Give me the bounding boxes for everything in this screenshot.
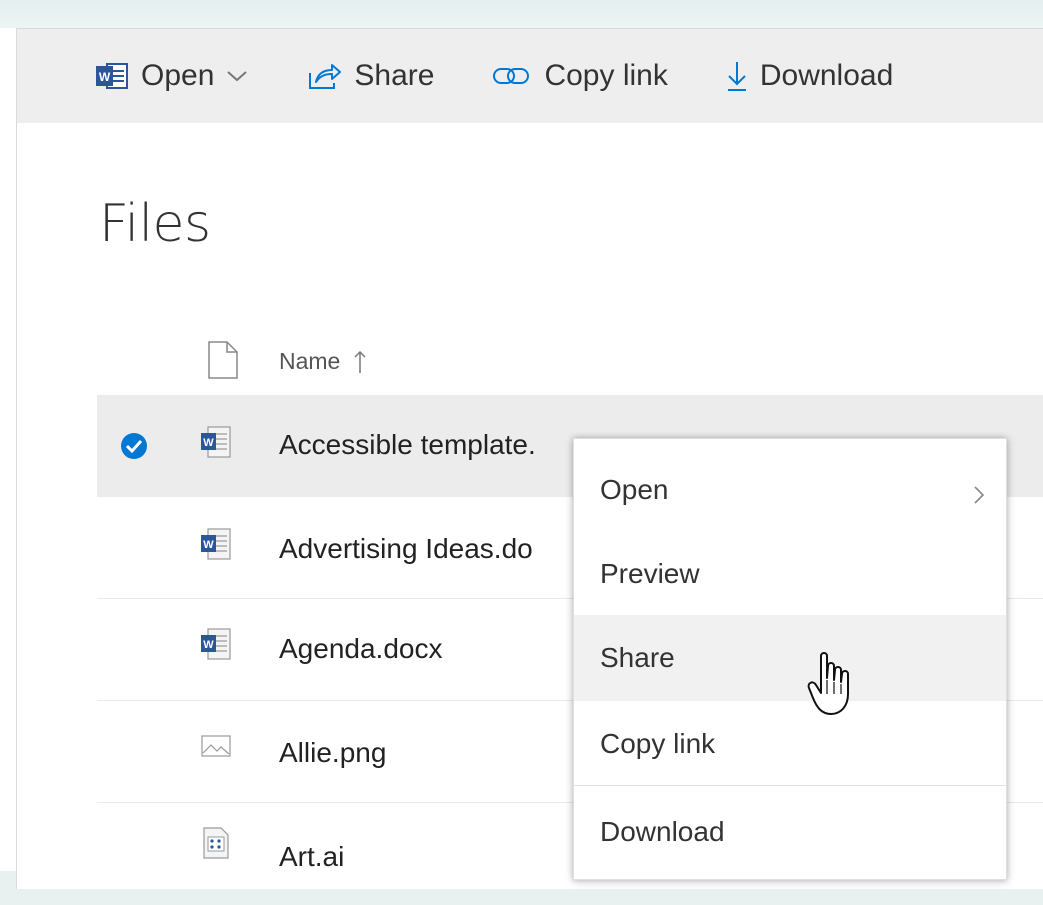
file-name[interactable]: Allie.png (279, 737, 386, 769)
file-name[interactable]: Accessible template. (279, 429, 536, 461)
copy-link-button-label: Copy link (544, 59, 668, 92)
svg-text:W: W (203, 437, 214, 449)
command-bar: W Open Share Copy link Download (17, 29, 1043, 123)
hand-pointer-cursor-icon (807, 650, 857, 725)
menu-item-download[interactable]: Download (574, 789, 1006, 875)
share-button-label: Share (354, 59, 435, 92)
svg-text:W: W (203, 639, 214, 651)
chevron-down-icon[interactable] (226, 69, 248, 83)
sort-ascending-icon (354, 349, 366, 375)
context-menu: Open Preview Share Copy link Download (573, 438, 1007, 880)
menu-item-share[interactable]: Share (574, 615, 1006, 701)
menu-item-label: Open (600, 474, 669, 505)
menu-item-label: Share (600, 642, 675, 673)
menu-item-open[interactable]: Open (574, 447, 1006, 533)
svg-text:W: W (99, 70, 111, 84)
word-app-icon: W (95, 62, 129, 90)
page-title: Files (99, 194, 211, 254)
chevron-right-icon (972, 481, 986, 513)
share-button[interactable]: Share (306, 46, 434, 106)
copy-link-button[interactable]: Copy link (492, 46, 668, 106)
illustrator-file-icon (199, 825, 233, 866)
menu-item-copy-link[interactable]: Copy link (574, 701, 1006, 787)
open-button[interactable]: W Open (95, 46, 248, 106)
menu-item-label: Preview (600, 558, 700, 589)
name-column-header[interactable]: Name (279, 348, 366, 375)
menu-divider (574, 785, 1006, 786)
download-button[interactable]: Download (726, 46, 893, 106)
open-button-label: Open (141, 59, 215, 92)
word-file-icon: W (199, 424, 233, 465)
download-button-label: Download (759, 59, 894, 92)
share-icon (306, 61, 342, 91)
menu-item-label: Download (600, 816, 725, 847)
file-type-column-icon[interactable] (207, 340, 239, 385)
file-name[interactable]: Agenda.docx (279, 633, 442, 665)
svg-text:W: W (203, 539, 214, 551)
word-file-icon: W (199, 626, 233, 667)
checkmark-icon[interactable] (119, 431, 149, 466)
file-name[interactable]: Advertising Ideas.do (279, 533, 533, 565)
menu-item-preview[interactable]: Preview (574, 531, 1006, 617)
file-name[interactable]: Art.ai (279, 841, 344, 873)
name-column-label: Name (279, 348, 341, 374)
menu-item-label: Copy link (600, 728, 716, 759)
word-file-icon: W (199, 526, 233, 567)
download-icon (726, 60, 748, 92)
link-icon (492, 64, 532, 88)
list-header: Name (17, 334, 977, 389)
image-file-icon (199, 731, 233, 766)
